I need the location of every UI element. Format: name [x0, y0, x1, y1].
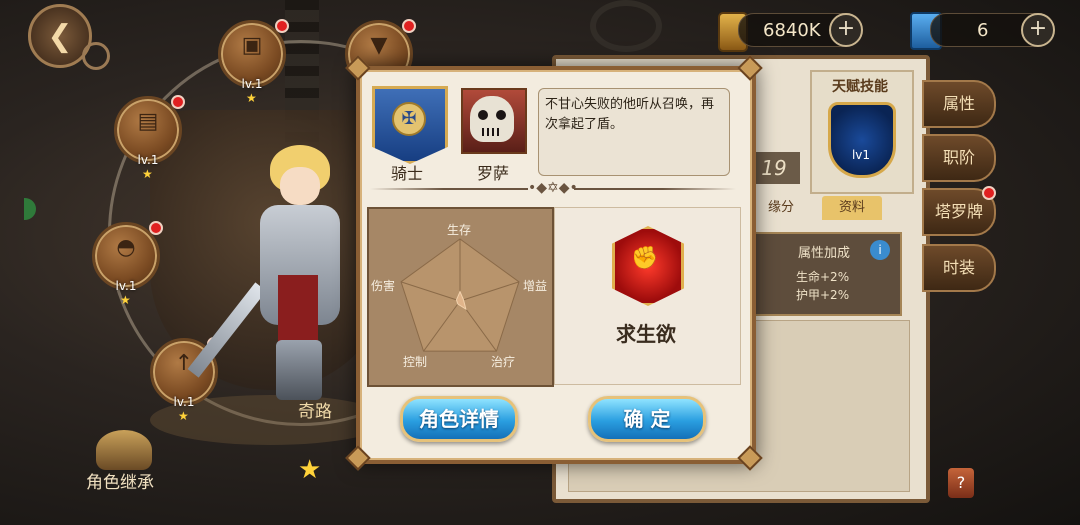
skull-eye [478, 110, 488, 120]
side-indicator [24, 198, 36, 220]
star-icon: ★ [120, 293, 131, 307]
star-icon: ★ [178, 409, 189, 423]
gem-amount: 6 [977, 20, 989, 41]
talent-title: 天赋技能 [832, 79, 888, 95]
radar-label-buff: 增益 [523, 279, 548, 293]
class-label: 骑士 [390, 164, 423, 183]
slot-level: lv.1 [137, 153, 159, 167]
inherit-button[interactable]: 角色继承 [86, 468, 154, 493]
path-label: 奇路 [298, 402, 332, 422]
back-ring-decoration [82, 42, 110, 70]
fist-glyph: ✊ [631, 246, 659, 271]
knight-crest-icon: ✠ [392, 102, 426, 136]
character-name: 罗萨 [476, 164, 509, 183]
character-description: 不甘心失败的他听从召唤，再次拿起了盾。 [538, 88, 730, 176]
helmet-icon: ◓ [116, 235, 136, 260]
star-icon: ★ [246, 91, 257, 105]
add-gem-button[interactable]: + [1021, 13, 1055, 47]
tab-attributes[interactable]: 属性 [922, 80, 996, 128]
background-cog [590, 0, 662, 52]
attribute-armor: 护甲+2% [796, 288, 850, 302]
equipment-slot-boots[interactable]: ▣ lv.1 ★ [218, 19, 289, 105]
hero-character[interactable] [187, 145, 360, 405]
divider-ornament: •◆✡◆• [528, 180, 578, 196]
gold-amount: 6840K [763, 20, 821, 41]
character-detail-button[interactable]: 角色详情 [400, 396, 518, 442]
notification-dot [171, 95, 185, 109]
skill-name: 求生欲 [616, 322, 676, 346]
tab-class[interactable]: 职阶 [922, 134, 996, 182]
notification-dot [982, 186, 996, 200]
gold-counter: 6840K + [738, 13, 863, 47]
armor-icon: ▤ [137, 109, 159, 134]
equipment-slot-armor[interactable]: ▤ lv.1 ★ [114, 95, 185, 181]
talent-level: lv1 [851, 148, 871, 162]
attribute-bonus-title: 属性加成 [797, 246, 850, 261]
back-arrow-icon: ❮ [47, 18, 73, 54]
radar-label-heal: 治疗 [491, 355, 516, 369]
help-button[interactable]: ? [948, 468, 974, 498]
slot-level: lv.1 [173, 395, 195, 409]
boots-icon: ▣ [241, 33, 263, 58]
notification-dot [149, 221, 163, 235]
radar-label-damage: 伤害 [371, 279, 396, 293]
radar-label-survival: 生存 [447, 223, 472, 237]
hero-tabard [278, 275, 318, 345]
tab-costume[interactable]: 时装 [922, 244, 996, 292]
confirm-button[interactable]: 确 定 [588, 396, 706, 442]
shield-icon [828, 102, 896, 178]
radar-label-control: 控制 [403, 355, 428, 369]
info-icon[interactable]: i [870, 240, 890, 260]
notification-dot [275, 19, 289, 33]
equipment-slot-helmet[interactable]: ◓ lv.1 ★ [92, 221, 163, 307]
tab-bond[interactable]: 缘分 [752, 196, 810, 220]
skull-teeth [482, 128, 502, 136]
slot-level: lv.1 [115, 279, 137, 293]
hero-face [280, 167, 320, 205]
add-gold-button[interactable]: + [829, 13, 863, 47]
radar-chart: 生存 增益 治疗 控制 伤害 [367, 207, 554, 387]
slot-level: lv.1 [241, 77, 263, 91]
star-icon: ★ [142, 167, 153, 181]
skull-eye [496, 110, 506, 120]
tab-profile[interactable]: 资料 [822, 196, 882, 220]
notification-dot [402, 19, 416, 33]
knight-helmet-icon [96, 430, 152, 470]
hero-legs [276, 340, 322, 400]
attribute-hp: 生命+2% [796, 270, 850, 284]
star-icon: ★ [298, 455, 322, 485]
gem-counter: 6 + [930, 13, 1055, 47]
